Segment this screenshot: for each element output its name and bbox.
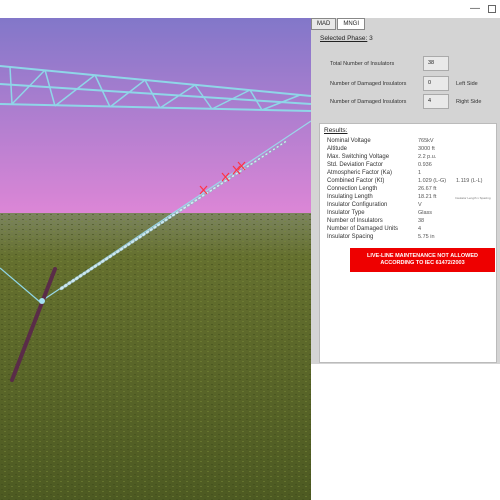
result-label: Max. Switching Voltage: [327, 154, 390, 160]
right-side-label: Right Side: [456, 99, 482, 105]
attachment-point: [39, 298, 45, 304]
result-value: 2.2 p.u.: [418, 154, 437, 160]
tab-mad[interactable]: MAD: [311, 18, 337, 30]
result-row: Number of Insulators 38: [327, 218, 497, 226]
result-row: Insulator Spacing 5.75 in: [327, 234, 497, 242]
result-row: Connection Length 26.67 ft: [327, 186, 497, 194]
result-row: Atmospheric Factor (Ka) 1: [327, 170, 497, 178]
result-label: Atmospheric Factor (Ka): [327, 170, 393, 176]
result-label: Nominal Voltage: [327, 138, 371, 144]
result-label: Insulator Configuration: [327, 202, 388, 208]
result-value: 3000 ft: [418, 146, 435, 152]
result-value: 0.936: [418, 162, 432, 168]
result-label: Number of Insulators: [327, 218, 383, 224]
results-box: Results: Nominal Voltage 765kV Altitude 300…: [319, 123, 497, 363]
control-panel: MAD MNGI Selected Phase: 3 Total Number …: [311, 18, 500, 364]
result-label: Insulating Length: [327, 194, 373, 200]
damaged-left-label: Number of Damaged Insulators: [330, 81, 407, 87]
result-value: 26.67 ft: [418, 186, 437, 192]
scene-3d: [0, 18, 311, 500]
minimize-button[interactable]: —: [469, 3, 481, 15]
maximize-button[interactable]: [486, 3, 498, 15]
title-bar: —: [0, 0, 500, 18]
total-insulators-field[interactable]: 38: [423, 56, 449, 71]
results-title: Results:: [324, 127, 348, 134]
result-row: Insulating Length 18.21 ft Insulator Lengt…: [327, 194, 497, 202]
result-row: Nominal Voltage 765kV: [327, 138, 497, 146]
tab-bar: MAD MNGI: [311, 18, 366, 30]
tab-mngi[interactable]: MNGI: [337, 18, 366, 30]
result-value: 765kV: [418, 138, 434, 144]
result-label: Connection Length: [327, 186, 378, 192]
result-row: Number of Damaged Units 4: [327, 226, 497, 234]
selected-phase: Selected Phase: 3: [320, 35, 373, 42]
damaged-right-field[interactable]: 4: [423, 94, 449, 109]
maintenance-warning-banner: LIVE-LINE MAINTENANCE NOT ALLOWED ACCORD…: [350, 248, 495, 272]
result-label: Combined Factor (Kt): [327, 178, 385, 184]
scene-viewport[interactable]: [0, 18, 311, 500]
total-insulators-label: Total Number of Insulators: [330, 61, 395, 67]
result-label: Insulator Type: [327, 210, 365, 216]
result-value-secondary: 1.119 (L-L): [456, 178, 483, 184]
warning-line-2: ACCORDING TO IEC 61472/2003: [380, 260, 465, 266]
damaged-left-field[interactable]: 0: [423, 76, 449, 91]
panel-below-empty: [311, 364, 500, 500]
result-value: 1: [418, 170, 422, 176]
sky: [0, 18, 311, 213]
result-label: Number of Damaged Units: [327, 226, 399, 232]
result-value: 38: [418, 218, 425, 224]
result-label: Std. Deviation Factor: [327, 162, 384, 168]
result-row: Combined Factor (Kt) 1.029 (L-G) 1.119 (L-…: [327, 178, 497, 186]
result-row: Max. Switching Voltage 2.2 p.u.: [327, 154, 497, 162]
result-value: 4: [418, 226, 422, 232]
result-note: Insulator Length x Spacing: [455, 196, 491, 200]
maximize-icon: [488, 5, 496, 13]
result-row: Insulator Configuration V: [327, 202, 497, 210]
result-row: Insulator Type Glass: [327, 210, 497, 218]
result-value: V: [418, 202, 422, 208]
damaged-right-label: Number of Damaged Insulators: [330, 99, 407, 105]
warning-line-1: LIVE-LINE MAINTENANCE NOT ALLOWED: [366, 253, 478, 259]
left-side-label: Left Side: [456, 81, 478, 87]
result-label: Insulator Spacing: [327, 234, 374, 240]
result-value: 5.75 in: [418, 234, 435, 240]
result-value: 18.21 ft: [418, 194, 437, 200]
selected-phase-label: Selected Phase:: [320, 35, 368, 42]
result-row: Altitude 3000 ft: [327, 146, 497, 154]
result-value: 1.029 (L-G): [418, 178, 447, 184]
selected-phase-value: 3: [369, 35, 373, 42]
result-row: Std. Deviation Factor 0.936: [327, 162, 497, 170]
result-label: Altitude: [327, 146, 348, 152]
result-value: Glass: [418, 210, 433, 216]
